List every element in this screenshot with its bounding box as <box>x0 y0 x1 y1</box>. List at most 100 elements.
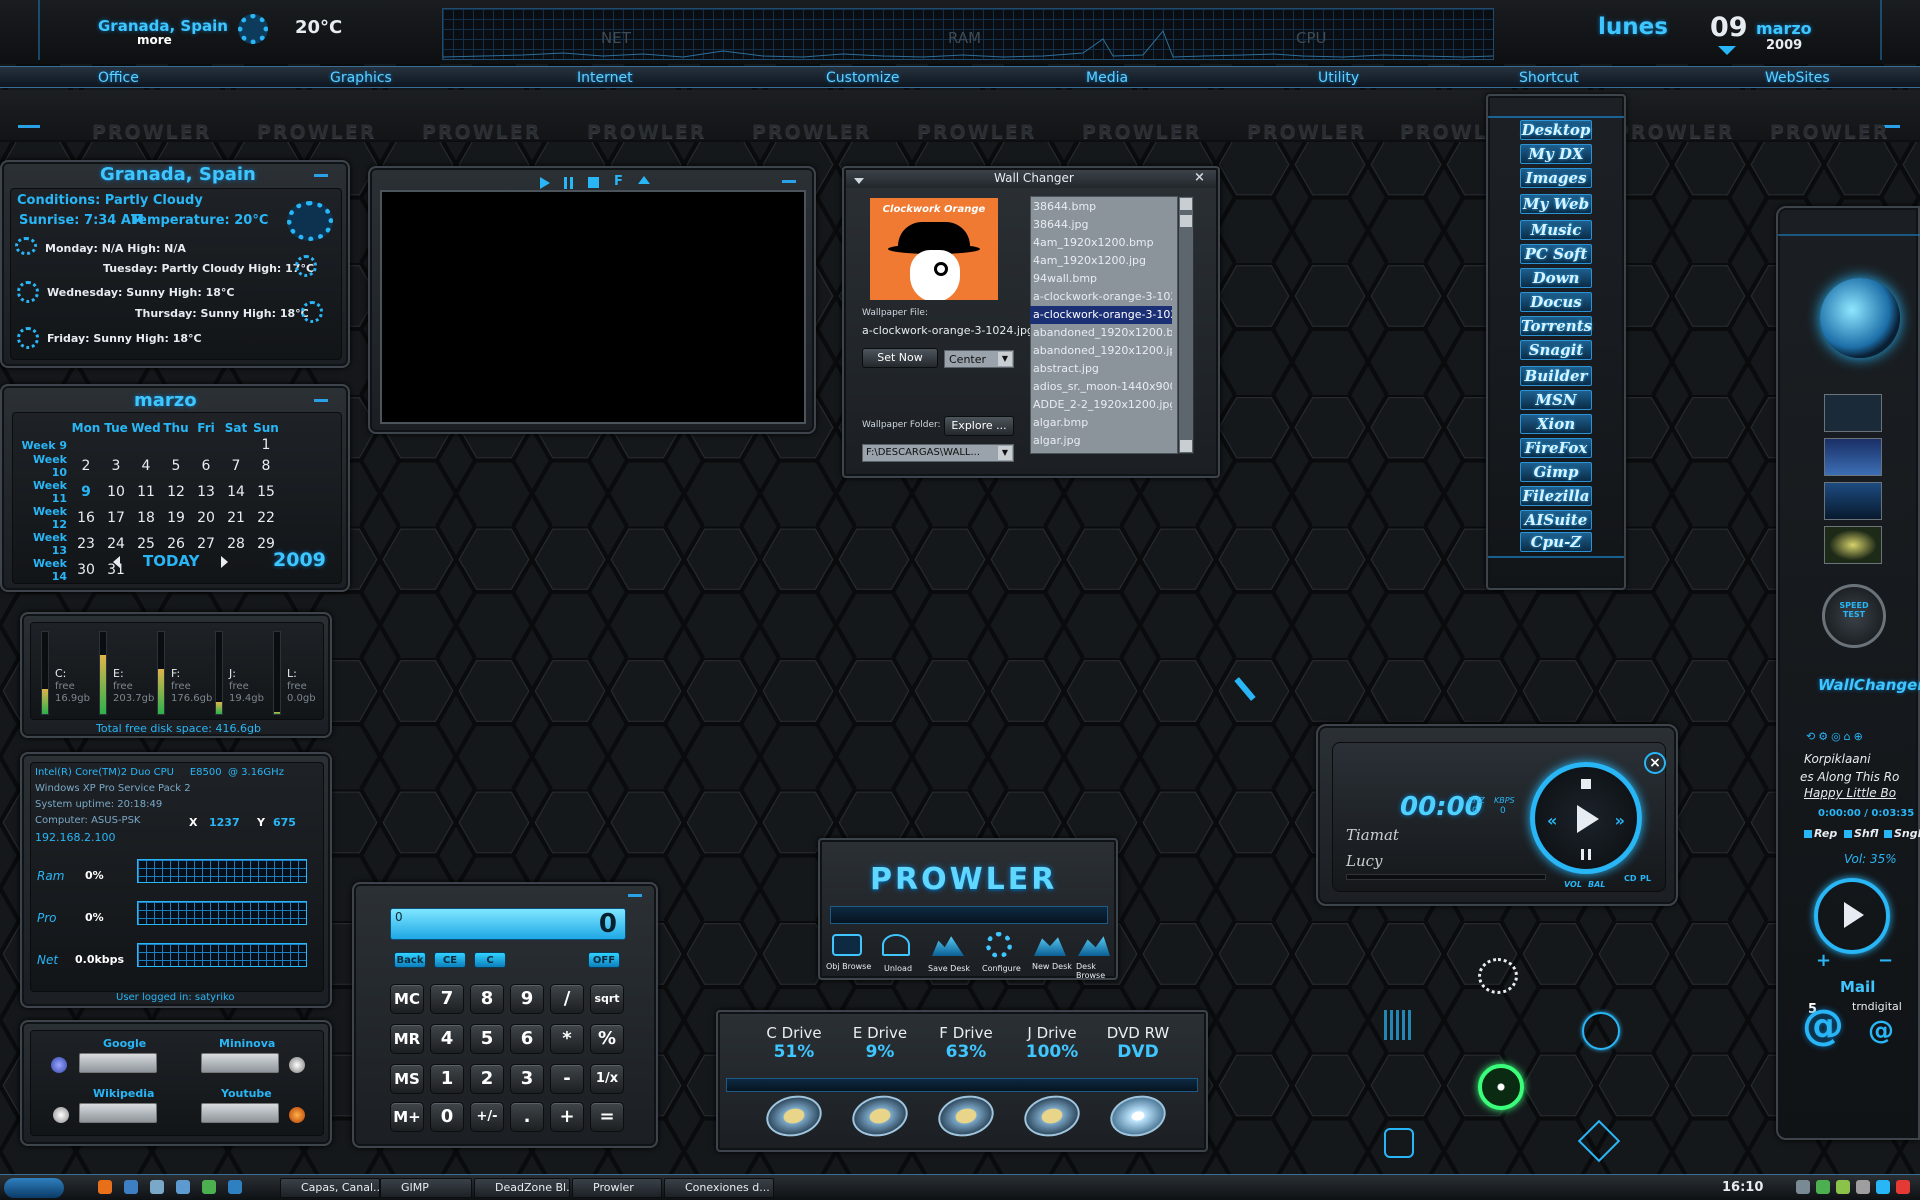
calc-ms-button[interactable]: MS <box>390 1064 424 1094</box>
band-minimize-icon[interactable] <box>18 125 40 128</box>
sidebar-player-ring[interactable] <box>1814 878 1890 954</box>
calc-8-button[interactable]: 8 <box>470 984 504 1014</box>
set-now-button[interactable]: Set Now <box>862 348 938 368</box>
calc-3-button[interactable]: 3 <box>510 1064 544 1094</box>
hard-drive-icon[interactable] <box>934 1090 998 1142</box>
window-quicklaunch-icon[interactable] <box>176 1180 190 1194</box>
menu-shortcut[interactable]: Shortcut <box>1519 70 1579 86</box>
player-control-ring[interactable]: « » <box>1530 762 1642 874</box>
calc-mplus-button[interactable]: M+ <box>390 1102 424 1132</box>
rep-checkbox[interactable] <box>1804 830 1812 838</box>
wallchanger-label[interactable]: WallChanger <box>1818 676 1920 694</box>
previous-icon[interactable]: « <box>1547 811 1557 830</box>
globe-icon[interactable] <box>1820 278 1900 358</box>
shfl-checkbox[interactable] <box>1844 830 1852 838</box>
calendar-day[interactable] <box>221 437 251 453</box>
weather-minimize-icon[interactable] <box>314 174 328 177</box>
network-icon[interactable] <box>1478 958 1518 994</box>
speed-test-gauge[interactable]: SPEED TEST <box>1822 584 1886 648</box>
menu-internet[interactable]: Internet <box>577 70 633 86</box>
calc-4-button[interactable]: 4 <box>430 1024 464 1054</box>
calculator-minimize-icon[interactable] <box>628 894 642 897</box>
file-list-item[interactable]: 4am_1920x1200.jpg <box>1030 252 1172 270</box>
drive-j[interactable]: J Drive 100% <box>1012 1024 1092 1062</box>
hard-drive-icon[interactable] <box>848 1090 912 1142</box>
tray-icon[interactable] <box>1876 1180 1890 1194</box>
calendar-day[interactable]: 10 <box>101 479 131 505</box>
calendar-day[interactable]: 30 <box>71 557 101 583</box>
drive-dvd[interactable]: DVD RW DVD <box>1098 1024 1178 1062</box>
calc-sign-button[interactable]: +/- <box>470 1102 504 1132</box>
task-button[interactable]: Capas, Canal... <box>280 1178 380 1198</box>
tray-icon[interactable] <box>1796 1180 1810 1194</box>
calendar-day[interactable]: 28 <box>221 531 251 557</box>
scroll-up-icon[interactable] <box>1180 198 1192 210</box>
mininova-search-input[interactable] <box>201 1053 279 1073</box>
new-desk-icon[interactable] <box>1034 937 1066 956</box>
video-minimize-icon[interactable] <box>782 180 796 183</box>
wallpaper-thumb[interactable] <box>1824 438 1882 476</box>
chevron-down-icon[interactable]: ▼ <box>998 352 1012 366</box>
calc-2-button[interactable]: 2 <box>470 1064 504 1094</box>
atom-icon[interactable] <box>1582 1012 1620 1050</box>
shortcut-xion[interactable]: Xion <box>1520 414 1592 434</box>
volume-plus-button[interactable]: + <box>1816 950 1831 971</box>
calendar-day[interactable]: 2 <box>71 453 101 479</box>
calendar-day[interactable] <box>161 437 191 453</box>
calendar-day[interactable]: 7 <box>221 453 251 479</box>
player-pl-label[interactable]: PL <box>1640 874 1651 883</box>
task-button[interactable]: DeadZone Bl... <box>474 1178 570 1198</box>
file-list-scrollbar[interactable] <box>1178 196 1194 454</box>
taskbar-clock[interactable]: 16:10 <box>1722 1180 1763 1195</box>
google-search-input[interactable] <box>79 1053 157 1073</box>
desk-browse-label[interactable]: Desk Browse <box>1076 962 1116 980</box>
diamond-grid-icon[interactable] <box>1577 1119 1621 1163</box>
menu-websites[interactable]: WebSites <box>1765 70 1830 86</box>
calendar-day[interactable]: 15 <box>251 479 281 505</box>
start-button[interactable] <box>4 1178 64 1198</box>
play-icon[interactable] <box>540 177 550 189</box>
calendar-day[interactable]: 23 <box>71 531 101 557</box>
file-list-item[interactable]: abandoned_1920x1200.bmp <box>1030 324 1172 342</box>
menu-office[interactable]: Office <box>98 70 139 86</box>
chevron-down-icon[interactable]: ▼ <box>998 446 1012 460</box>
calendar-day-today[interactable]: 9 <box>71 479 101 505</box>
calc-percent-button[interactable]: % <box>590 1024 624 1054</box>
calendar-day[interactable]: 18 <box>131 505 161 531</box>
calendar-day[interactable]: 16 <box>71 505 101 531</box>
calc-5-button[interactable]: 5 <box>470 1024 504 1054</box>
calendar-today-button[interactable]: TODAY <box>143 552 199 570</box>
calc-mc-button[interactable]: MC <box>390 984 424 1014</box>
explore-button[interactable]: Explore ... <box>944 416 1014 436</box>
eject-icon[interactable] <box>638 176 650 184</box>
player-bal-label[interactable]: BAL <box>1588 880 1605 889</box>
file-list-item[interactable]: algar.jpg <box>1030 432 1172 450</box>
menu-utility[interactable]: Utility <box>1318 70 1359 86</box>
wallpaper-thumb[interactable] <box>1824 394 1882 432</box>
sidebar-mail-label[interactable]: Mail <box>1840 978 1875 996</box>
file-list-item[interactable]: 4am_1920x1200.bmp <box>1030 234 1172 252</box>
drive-e[interactable]: E Drive 9% <box>840 1024 920 1062</box>
new-desk-label[interactable]: New Desk <box>1032 962 1072 971</box>
obj-browse-label[interactable]: Obj Browse <box>826 962 871 971</box>
calc-7-button[interactable]: 7 <box>430 984 464 1014</box>
calendar-day[interactable]: 22 <box>251 505 281 531</box>
calendar-day[interactable] <box>191 437 221 453</box>
tray-icon[interactable] <box>1816 1180 1830 1194</box>
configure-label[interactable]: Configure <box>982 964 1021 973</box>
obj-browse-icon[interactable] <box>832 934 862 956</box>
scroll-thumb[interactable] <box>1180 215 1192 227</box>
task-button[interactable]: Prowler <box>572 1178 662 1198</box>
calc-multiply-button[interactable]: * <box>550 1024 584 1054</box>
shortcut-msn[interactable]: MSN <box>1520 390 1592 410</box>
calc-c-button[interactable]: C <box>474 952 506 968</box>
play-icon[interactable] <box>1577 805 1599 833</box>
calendar-day[interactable]: 6 <box>191 453 221 479</box>
calendar-day[interactable]: 14 <box>221 479 251 505</box>
menu-graphics[interactable]: Graphics <box>330 70 392 86</box>
file-list-item[interactable]: abandoned_1920x1200.jpg <box>1030 342 1172 360</box>
desk-browse-icon[interactable] <box>1078 936 1110 956</box>
pause-icon[interactable] <box>564 177 573 189</box>
calendar-day[interactable]: 4 <box>131 453 161 479</box>
calendar-day[interactable]: 19 <box>161 505 191 531</box>
